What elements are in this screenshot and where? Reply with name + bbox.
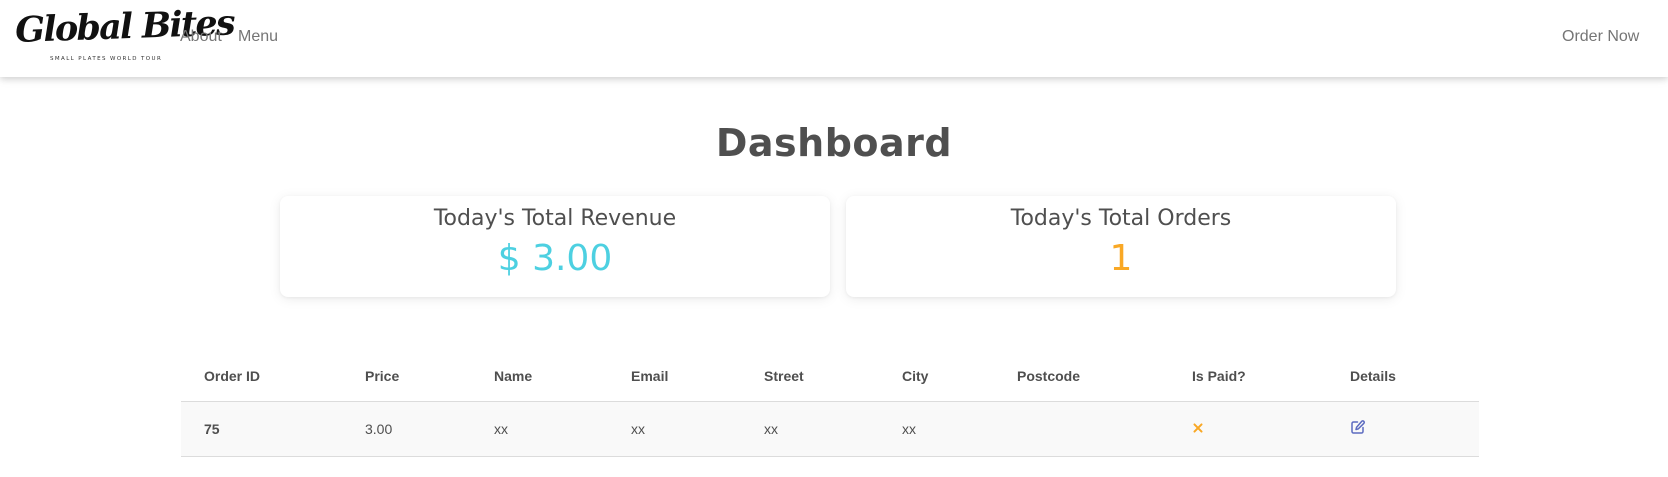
column-header-city: City bbox=[879, 352, 994, 402]
revenue-card: Today's Total Revenue $ 3.00 bbox=[280, 196, 830, 297]
price-cell: 3.00 bbox=[342, 401, 471, 457]
table-row: 75 3.00 xx xx xx xx bbox=[181, 401, 1479, 457]
brand-tagline: SMALL PLATES WORLD TOUR bbox=[50, 56, 163, 62]
revenue-label: Today's Total Revenue bbox=[433, 206, 677, 231]
nav-link-menu[interactable]: Menu bbox=[238, 28, 278, 46]
column-header-order-id: Order ID bbox=[181, 352, 342, 402]
details-cell bbox=[1327, 401, 1479, 457]
nav-link-order-now[interactable]: Order Now bbox=[1562, 28, 1639, 46]
postcode-cell bbox=[994, 401, 1169, 457]
city-cell: xx bbox=[879, 401, 994, 457]
orders-table: Order ID Price Name Email Street City Po… bbox=[181, 352, 1479, 457]
brand-logo[interactable]: Global Bites SMALL PLATES WORLD TOUR bbox=[15, 2, 235, 66]
column-header-price: Price bbox=[342, 352, 471, 402]
revenue-value: $ 3.00 bbox=[497, 238, 613, 279]
street-cell: xx bbox=[741, 401, 879, 457]
edit-icon[interactable] bbox=[1350, 419, 1366, 435]
nav-link-about[interactable]: About bbox=[180, 28, 222, 46]
table-header-row: Order ID Price Name Email Street City Po… bbox=[181, 352, 1479, 402]
column-header-details: Details bbox=[1327, 352, 1479, 402]
column-header-email: Email bbox=[608, 352, 741, 402]
email-cell: xx bbox=[608, 401, 741, 457]
close-icon bbox=[1192, 422, 1204, 434]
navbar: Global Bites SMALL PLATES WORLD TOUR Abo… bbox=[0, 0, 1668, 77]
orders-value: 1 bbox=[1109, 238, 1133, 279]
is-paid-cell bbox=[1169, 401, 1327, 457]
column-header-is-paid: Is Paid? bbox=[1169, 352, 1327, 402]
order-id-cell: 75 bbox=[181, 401, 342, 457]
name-cell: xx bbox=[471, 401, 608, 457]
column-header-street: Street bbox=[741, 352, 879, 402]
page-title: Dashboard bbox=[715, 121, 953, 165]
orders-card: Today's Total Orders 1 bbox=[846, 196, 1396, 297]
column-header-name: Name bbox=[471, 352, 608, 402]
orders-label: Today's Total Orders bbox=[1010, 206, 1232, 231]
column-header-postcode: Postcode bbox=[994, 352, 1169, 402]
